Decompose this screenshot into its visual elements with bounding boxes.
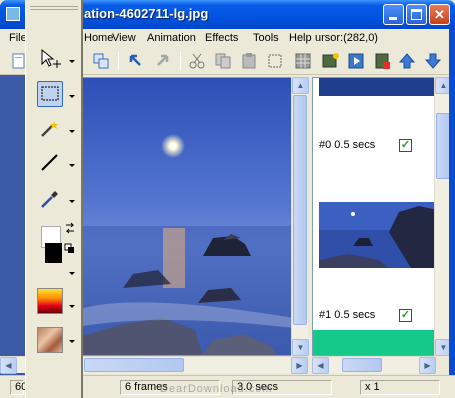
menu-tools[interactable]: Tools: [253, 32, 279, 44]
frame-checkbox-0[interactable]: ✓: [399, 139, 412, 152]
move-icon: [41, 48, 61, 68]
menu-view[interactable]: View: [112, 32, 136, 44]
texture-tool[interactable]: [37, 327, 63, 353]
scroll-up-icon[interactable]: ▲: [292, 77, 309, 94]
add-frames-icon[interactable]: [322, 52, 340, 70]
move-tool-dropdown-icon[interactable]: [69, 60, 75, 63]
image-canvas[interactable]: [82, 77, 293, 356]
toolbar-separator: [180, 52, 181, 70]
window-frame-edge: [449, 29, 455, 398]
default-colors-icon[interactable]: [64, 243, 76, 255]
frames-panel: #0 0.5 secs ✓ #1 0.5 secs ✓: [312, 77, 436, 356]
status-scale: x 1: [360, 380, 440, 395]
rect-select-tool[interactable]: [37, 81, 63, 107]
maximize-button[interactable]: [406, 4, 427, 25]
undo-icon[interactable]: [126, 52, 144, 70]
eyedropper-icon: [41, 191, 58, 208]
toolbox-grip[interactable]: [30, 6, 78, 10]
magic-wand-tool[interactable]: [37, 116, 63, 142]
app-icon[interactable]: [6, 7, 20, 21]
canvas-left-edge: [0, 75, 26, 375]
copy-icon[interactable]: [214, 52, 232, 70]
paste-icon[interactable]: [240, 52, 258, 70]
close-button[interactable]: ✕: [429, 4, 450, 25]
grid-icon[interactable]: [294, 52, 312, 70]
window-title: ation-4602711-lg.jpg: [84, 6, 209, 21]
canvas-hscroll-thumb[interactable]: [84, 358, 184, 372]
status-zoom: 60: [10, 380, 27, 395]
frame-checkbox-1[interactable]: ✓: [399, 309, 412, 322]
rect-select-dropdown-icon[interactable]: [69, 95, 75, 98]
eyedropper-tool[interactable]: [37, 186, 63, 212]
swap-colors-icon[interactable]: [64, 222, 76, 234]
menu-home[interactable]: Home: [84, 32, 113, 44]
redo-icon[interactable]: [154, 52, 172, 70]
eyedropper-dropdown-icon[interactable]: [69, 200, 75, 203]
stop-icon[interactable]: [374, 52, 392, 70]
menu-effects[interactable]: Effects: [205, 32, 238, 44]
line-icon: [41, 154, 58, 171]
line-tool[interactable]: [37, 150, 63, 176]
frames-hscroll-thumb[interactable]: [342, 358, 382, 372]
frames-scroll-right-icon[interactable]: ▶: [419, 357, 436, 374]
frames-scroll-left-icon[interactable]: ◀: [312, 357, 329, 374]
cut-icon[interactable]: [188, 52, 206, 70]
gradient-dropdown-icon[interactable]: [69, 305, 75, 308]
color-dropdown-icon[interactable]: [69, 272, 75, 275]
line-tool-dropdown-icon[interactable]: [69, 164, 75, 167]
magic-wand-dropdown-icon[interactable]: [69, 130, 75, 133]
frame-label-1: #1 0.5 secs: [319, 309, 376, 321]
texture-dropdown-icon[interactable]: [69, 340, 75, 343]
frame-thumbnail-1[interactable]: [319, 202, 435, 268]
frame-selection-highlight[interactable]: [313, 330, 435, 355]
foreground-color-swatch[interactable]: [45, 243, 62, 263]
copy-frames-icon[interactable]: [92, 52, 110, 70]
close-icon: ✕: [434, 7, 445, 22]
scroll-down-icon[interactable]: ▼: [292, 339, 309, 356]
toolbar-separator: [118, 52, 119, 70]
canvas-vertical-scrollbar[interactable]: ▲ ▼: [291, 77, 309, 356]
move-tool[interactable]: [37, 46, 63, 72]
frame-label-0: #0 0.5 secs: [319, 139, 376, 151]
menu-animation[interactable]: Animation: [147, 32, 196, 44]
play-icon[interactable]: [348, 52, 366, 70]
move-up-icon[interactable]: [398, 52, 416, 70]
rectangle-select-icon: [41, 86, 59, 101]
magic-wand-icon: [41, 121, 58, 137]
frames-horizontal-scrollbar[interactable]: ◀ ▶: [312, 356, 436, 374]
cursor-position-readout: ursor:(282,0): [315, 32, 378, 44]
toolbox-palette: [25, 0, 83, 398]
app-window: ation-4602711-lg.jpg ✕ File Home View An…: [0, 0, 455, 398]
crop-icon[interactable]: [266, 52, 284, 70]
gradient-tool[interactable]: [37, 288, 63, 314]
watermark: DearDownload.com: [160, 383, 273, 395]
scroll-right-icon[interactable]: ▶: [291, 357, 308, 374]
minimize-icon: [389, 17, 397, 20]
frames-vscroll-thumb[interactable]: [436, 113, 450, 179]
scroll-left-icon[interactable]: ◀: [0, 357, 17, 374]
canvas-vscroll-thumb[interactable]: [293, 95, 307, 325]
frame-thumbnail-prev[interactable]: [319, 78, 435, 96]
menu-help[interactable]: Help: [289, 32, 312, 44]
move-down-icon[interactable]: [424, 52, 442, 70]
minimize-button[interactable]: [383, 4, 404, 25]
maximize-icon: [411, 9, 422, 20]
